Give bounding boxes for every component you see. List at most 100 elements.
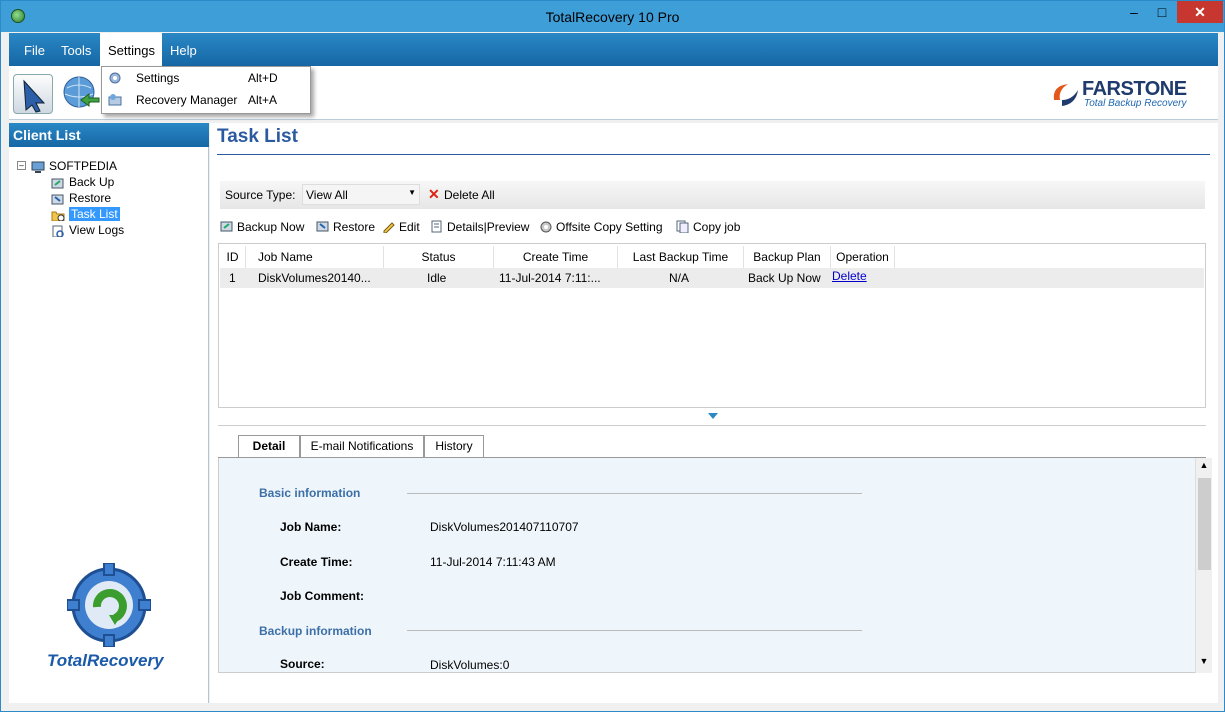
delete-link[interactable]: Delete <box>832 269 867 283</box>
title-divider <box>217 154 1210 155</box>
create-time-value: 11-Jul-2014 7:11:43 AM <box>430 555 556 569</box>
tab-history[interactable]: History <box>424 435 484 457</box>
table-row[interactable]: 1 DiskVolumes20140... Idle 11-Jul-2014 7… <box>220 268 1204 288</box>
splitter[interactable] <box>218 425 1206 426</box>
detail-scrollbar[interactable]: ▲ ▼ <box>1195 458 1212 673</box>
edit-pencil-icon <box>383 222 395 233</box>
dropdown-item-settings[interactable]: Settings Alt+D <box>102 67 310 89</box>
dropdown-item-shortcut: Alt+D <box>248 71 278 85</box>
product-name: TotalRecovery <box>47 651 164 670</box>
scroll-up-icon[interactable]: ▲ <box>1196 460 1212 474</box>
settings-gear-icon <box>109 72 121 84</box>
menu-settings[interactable]: Settings <box>100 33 162 66</box>
tree-item-view-logs[interactable]: View Logs <box>51 223 124 239</box>
dropdown-caret-icon: ▼ <box>408 188 416 197</box>
menu-bar: File Tools Settings Help <box>9 33 1218 66</box>
recovery-manager-icon <box>108 94 122 106</box>
totalrecovery-gear-icon <box>67 563 151 647</box>
folder-clock-icon <box>51 211 65 221</box>
client-list-panel: Client List – SOFTPEDIA Back Up Restore … <box>9 123 209 703</box>
basic-information-title: Basic information <box>259 486 361 500</box>
page-title: Task List <box>217 126 298 147</box>
tree-item-label: Restore <box>69 191 112 205</box>
column-header-status[interactable]: Status <box>384 246 494 268</box>
totalrecovery-logo: TotalRecovery <box>39 563 189 693</box>
tree-item-back-up[interactable]: Back Up <box>51 175 114 191</box>
task-list-panel: Task List Source Type: View All ▼ ✕ Dele… <box>210 123 1218 703</box>
column-header-backup-plan[interactable]: Backup Plan <box>744 246 831 268</box>
edit-button[interactable]: Edit <box>382 220 420 234</box>
source-label: Source: <box>280 657 325 671</box>
cursor-icon <box>23 79 46 113</box>
tree-root-softpedia[interactable]: SOFTPEDIA <box>31 159 117 175</box>
task-actions-bar: Backup Now Restore Edit Details|Preview … <box>220 217 1205 239</box>
offsite-gear-icon <box>540 221 552 233</box>
menu-help[interactable]: Help <box>170 43 197 58</box>
copy-job-button[interactable]: Copy job <box>676 220 740 234</box>
action-label: Backup Now <box>237 220 305 234</box>
dropdown-item-recovery-manager[interactable]: Recovery Manager Alt+A <box>102 89 310 111</box>
column-header-job-name[interactable]: Job Name <box>246 246 384 268</box>
section-divider <box>407 493 862 494</box>
column-header-create-time[interactable]: Create Time <box>494 246 618 268</box>
splitter-arrow-icon[interactable] <box>708 413 718 419</box>
details-document-icon <box>431 220 442 233</box>
maximize-button[interactable]: □ <box>1149 1 1175 23</box>
backup-now-button[interactable]: Backup Now <box>220 220 304 234</box>
cell-create-time: 11-Jul-2014 7:11:... <box>499 271 601 285</box>
action-label: Edit <box>399 220 420 234</box>
menu-file[interactable]: File <box>24 43 45 58</box>
action-label: Restore <box>333 220 376 234</box>
dropdown-item-shortcut: Alt+A <box>248 93 278 107</box>
detail-panel: Basic information Job Name: DiskVolumes2… <box>218 458 1212 673</box>
source-type-label: Source Type: <box>225 188 296 202</box>
settings-dropdown-menu: Settings Alt+D Recovery Manager Alt+A <box>101 66 311 114</box>
column-header-last-backup-time[interactable]: Last Backup Time <box>618 246 744 268</box>
backup-icon <box>51 178 64 189</box>
filter-bar: Source Type: View All ▼ ✕ Delete All <box>220 181 1205 209</box>
backup-information-title: Backup information <box>259 624 372 638</box>
title-bar: TotalRecovery 10 Pro – □ ✕ <box>1 1 1224 32</box>
computer-icon <box>31 161 45 173</box>
tree-collapse-toggle[interactable]: – <box>17 161 26 170</box>
tree-item-label: Task List <box>69 207 120 221</box>
copy-job-icon <box>676 220 689 233</box>
tree-item-restore[interactable]: Restore <box>51 191 111 207</box>
scroll-thumb[interactable] <box>1198 478 1211 570</box>
tree-item-label: Back Up <box>69 175 115 189</box>
restore-tool-button[interactable] <box>61 74 101 114</box>
dropdown-item-label: Recovery Manager <box>136 93 238 107</box>
minimize-button[interactable]: – <box>1121 1 1147 23</box>
client-list-title: Client List <box>9 123 209 147</box>
cell-job-name: DiskVolumes20140... <box>258 271 371 285</box>
section-divider <box>407 630 862 631</box>
farstone-emblem-icon <box>1053 84 1078 106</box>
offsite-copy-setting-button[interactable]: Offsite Copy Setting <box>539 220 663 234</box>
delete-all-button[interactable]: Delete All <box>444 188 495 202</box>
action-label: Copy job <box>693 220 741 234</box>
column-header-operation[interactable]: Operation <box>831 246 895 268</box>
details-preview-button[interactable]: Details|Preview <box>430 220 529 234</box>
cursor-tool-button[interactable] <box>13 74 53 114</box>
detail-tabs: Detail E-mail Notifications History <box>218 435 1206 458</box>
action-label: Offsite Copy Setting <box>556 220 663 234</box>
create-time-label: Create Time: <box>280 555 353 569</box>
delete-x-icon[interactable]: ✕ <box>428 186 440 203</box>
task-table: ID Job Name Status Create Time Last Back… <box>218 243 1206 408</box>
cell-last-backup-time: N/A <box>669 271 690 285</box>
source-type-select[interactable]: View All ▼ <box>302 184 420 205</box>
restore-action-icon <box>316 221 329 232</box>
column-header-id[interactable]: ID <box>220 246 246 268</box>
farstone-logo: FarStone Total Backup Recovery <box>1050 78 1200 112</box>
menu-tools[interactable]: Tools <box>61 43 91 58</box>
close-button[interactable]: ✕ <box>1177 1 1223 23</box>
tab-detail[interactable]: Detail <box>238 435 300 458</box>
scroll-down-icon[interactable]: ▼ <box>1196 656 1212 670</box>
tab-email-notifications[interactable]: E-mail Notifications <box>300 435 424 457</box>
restore-button[interactable]: Restore <box>316 220 375 234</box>
tree-item-task-list[interactable]: Task List <box>51 207 120 223</box>
tree-item-label: View Logs <box>69 223 125 237</box>
app-window: TotalRecovery 10 Pro – □ ✕ File Tools Se… <box>0 0 1225 712</box>
view-logs-icon <box>52 225 64 237</box>
source-type-value: View All <box>306 188 348 202</box>
